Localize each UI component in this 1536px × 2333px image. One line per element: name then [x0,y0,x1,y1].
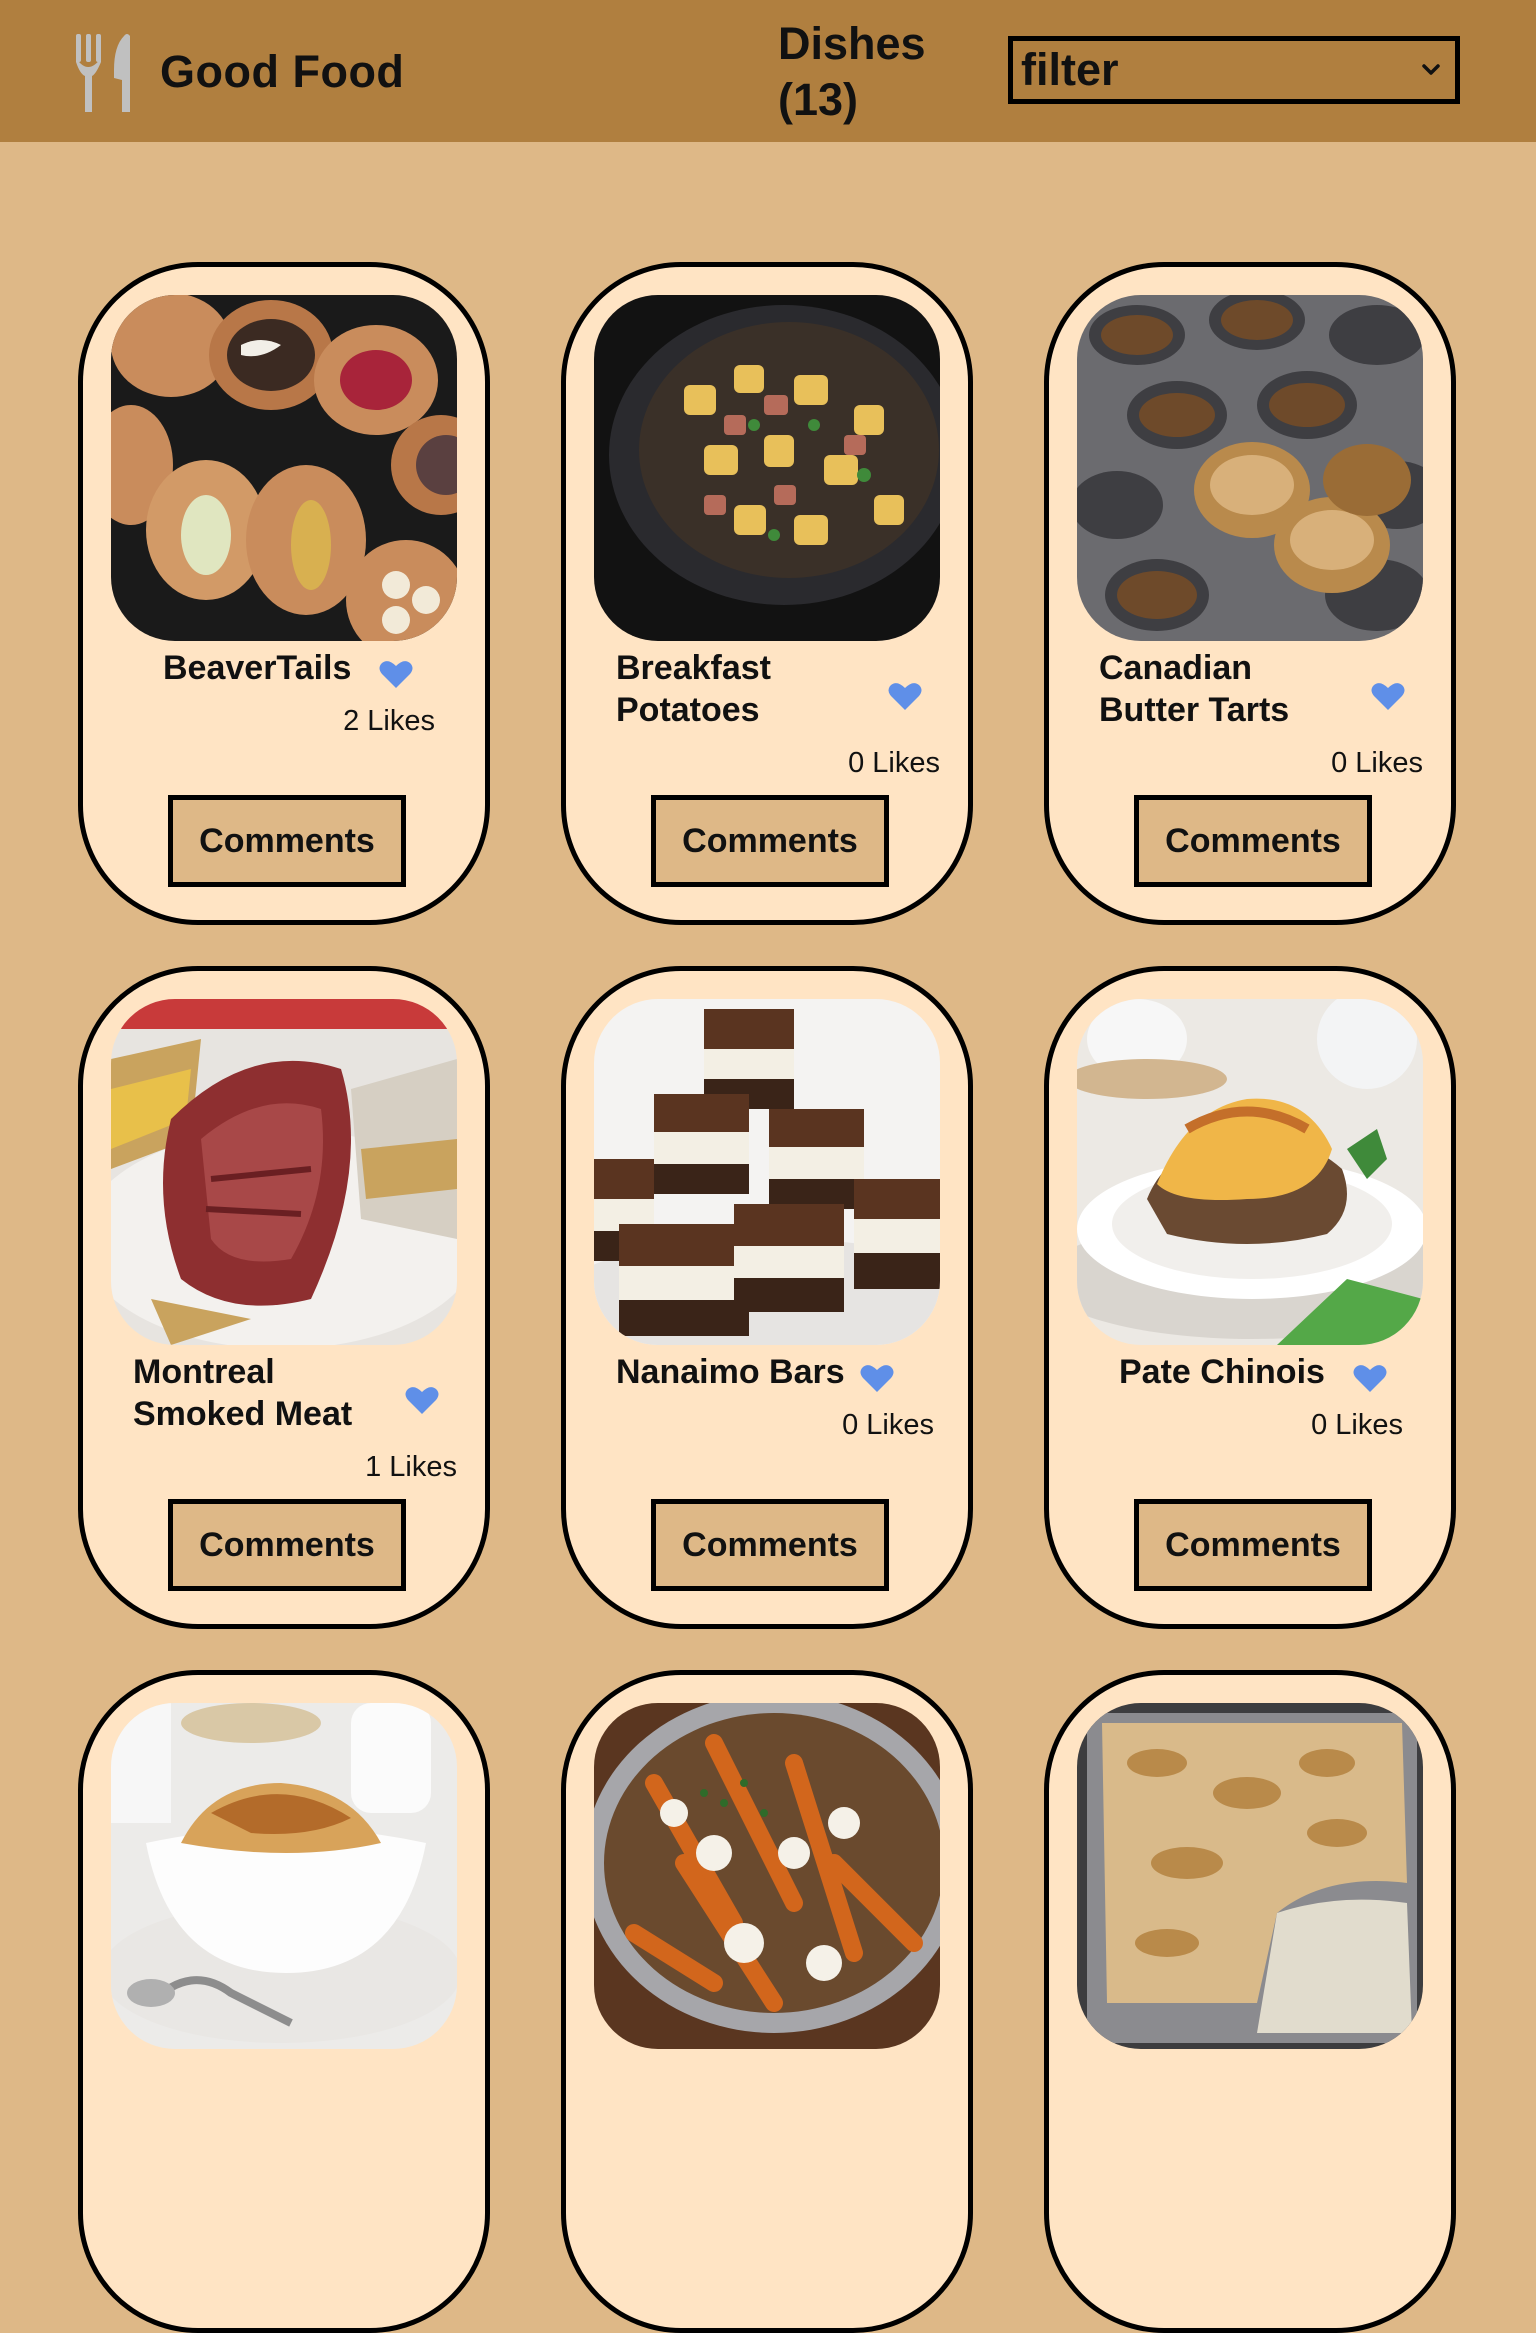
heart-icon[interactable] [405,1385,439,1415]
dish-name: Nanaimo Bars [616,1353,845,1391]
likes-count: 1 Likes [365,1451,457,1483]
comments-button[interactable]: Comments [651,1499,889,1591]
comments-button[interactable]: Comments [168,1499,406,1591]
likes-count: 0 Likes [1331,747,1423,779]
dish-photo [1077,1703,1423,2049]
dish-card [561,1670,973,2333]
comments-button[interactable]: Comments [651,795,889,887]
dish-card: Canadian Butter Tarts 0 Likes Comments [1044,262,1456,925]
dish-card: Montreal Smoked Meat 1 Likes Comments [78,966,490,1629]
likes-count: 0 Likes [842,1409,934,1441]
dish-photo [594,295,940,641]
filter-select[interactable]: filter [1008,36,1460,104]
dish-name: Breakfast Potatoes [616,649,771,729]
dish-name: Montreal Smoked Meat [133,1353,353,1433]
dish-card [1044,1670,1456,2333]
heart-icon[interactable] [860,1363,894,1393]
butter-tarts-image [1077,295,1423,641]
logo[interactable]: Good Food [76,32,404,112]
dish-card: Pate Chinois 0 Likes Comments [1044,966,1456,1629]
poutine-image [594,1703,940,2049]
dish-photo [1077,999,1423,1345]
dishes-count-title: Dishes (13) [778,18,926,125]
heart-icon[interactable] [379,659,413,689]
dish-name: Pate Chinois [1119,1353,1325,1391]
dish-card [78,1670,490,2333]
filter-selected-value: filter [1021,44,1119,95]
chevron-down-icon [1422,64,1440,75]
dish-card: Breakfast Potatoes 0 Likes Comments [561,262,973,925]
fork-knife-icon [76,34,130,112]
dish-photo [111,295,457,641]
pate-chinois-image [1077,999,1423,1345]
heart-icon[interactable] [888,681,922,711]
dish-name: BeaverTails [163,649,352,687]
breakfast-potatoes-image [594,295,940,641]
heart-icon[interactable] [1371,681,1405,711]
dish-photo [594,1703,940,2049]
dish-photo [594,999,940,1345]
likes-count: 0 Likes [1311,1409,1403,1441]
pudding-image [111,1703,457,2049]
heart-icon[interactable] [1353,1363,1387,1393]
likes-count: 0 Likes [848,747,940,779]
dish-photo [111,1703,457,2049]
dish-card: BeaverTails 2 Likes Comments [78,262,490,925]
casserole-image [1077,1703,1423,2049]
dish-card: Nanaimo Bars 0 Likes Comments [561,966,973,1629]
comments-button[interactable]: Comments [168,795,406,887]
app-header: Good Food Dishes (13) filter [0,0,1536,142]
comments-button[interactable]: Comments [1134,1499,1372,1591]
smoked-meat-image [111,999,457,1345]
nanaimo-bars-image [594,999,940,1345]
dish-photo [111,999,457,1345]
app-name: Good Food [160,46,405,97]
comments-button[interactable]: Comments [1134,795,1372,887]
likes-count: 2 Likes [343,705,435,737]
dish-photo [1077,295,1423,641]
dish-name: Canadian Butter Tarts [1099,649,1290,729]
beavertails-image [111,295,457,641]
